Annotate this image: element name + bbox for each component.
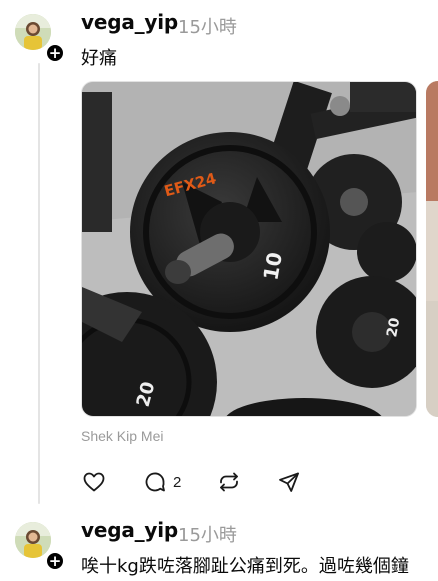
heart-icon bbox=[83, 472, 105, 492]
plus-icon: + bbox=[48, 551, 62, 570]
follow-button[interactable]: + bbox=[45, 551, 65, 571]
plus-icon: + bbox=[48, 43, 62, 62]
next-image-thumbnail bbox=[426, 81, 438, 417]
avatar-image bbox=[15, 522, 51, 558]
next-image-peek[interactable] bbox=[426, 81, 438, 417]
plate-weight-label-3: 20 bbox=[384, 316, 403, 338]
username[interactable]: vega_yip bbox=[81, 10, 178, 34]
plate-weight-label: 10 bbox=[258, 250, 286, 282]
post-text: 唉十kg跌咗落腳趾公痛到死。過咗幾個鐘 bbox=[81, 556, 409, 577]
comment-icon bbox=[145, 472, 165, 492]
post-image[interactable]: EFX24 10 EFX24 20 20 bbox=[81, 81, 417, 417]
avatar-image bbox=[15, 14, 51, 50]
follow-button[interactable]: + bbox=[45, 43, 65, 63]
gym-plates-photo: EFX24 10 EFX24 20 20 bbox=[82, 82, 416, 416]
reply-button[interactable]: 2 bbox=[143, 470, 181, 494]
username[interactable]: vega_yip bbox=[81, 518, 178, 542]
reply-count: 2 bbox=[173, 473, 182, 491]
avatar[interactable] bbox=[15, 14, 51, 50]
post-time[interactable]: 15小時 bbox=[178, 521, 237, 547]
avatar[interactable] bbox=[15, 522, 51, 558]
post-time[interactable]: 15小時 bbox=[178, 13, 237, 39]
send-icon bbox=[279, 472, 299, 492]
repost-button[interactable] bbox=[217, 470, 241, 494]
share-button[interactable] bbox=[277, 470, 301, 494]
location-tag[interactable]: Shek Kip Mei bbox=[81, 428, 163, 444]
post-text: 好痛 bbox=[81, 48, 117, 69]
thread-line bbox=[38, 63, 40, 504]
like-button[interactable] bbox=[82, 470, 106, 494]
repost-icon bbox=[220, 472, 238, 492]
